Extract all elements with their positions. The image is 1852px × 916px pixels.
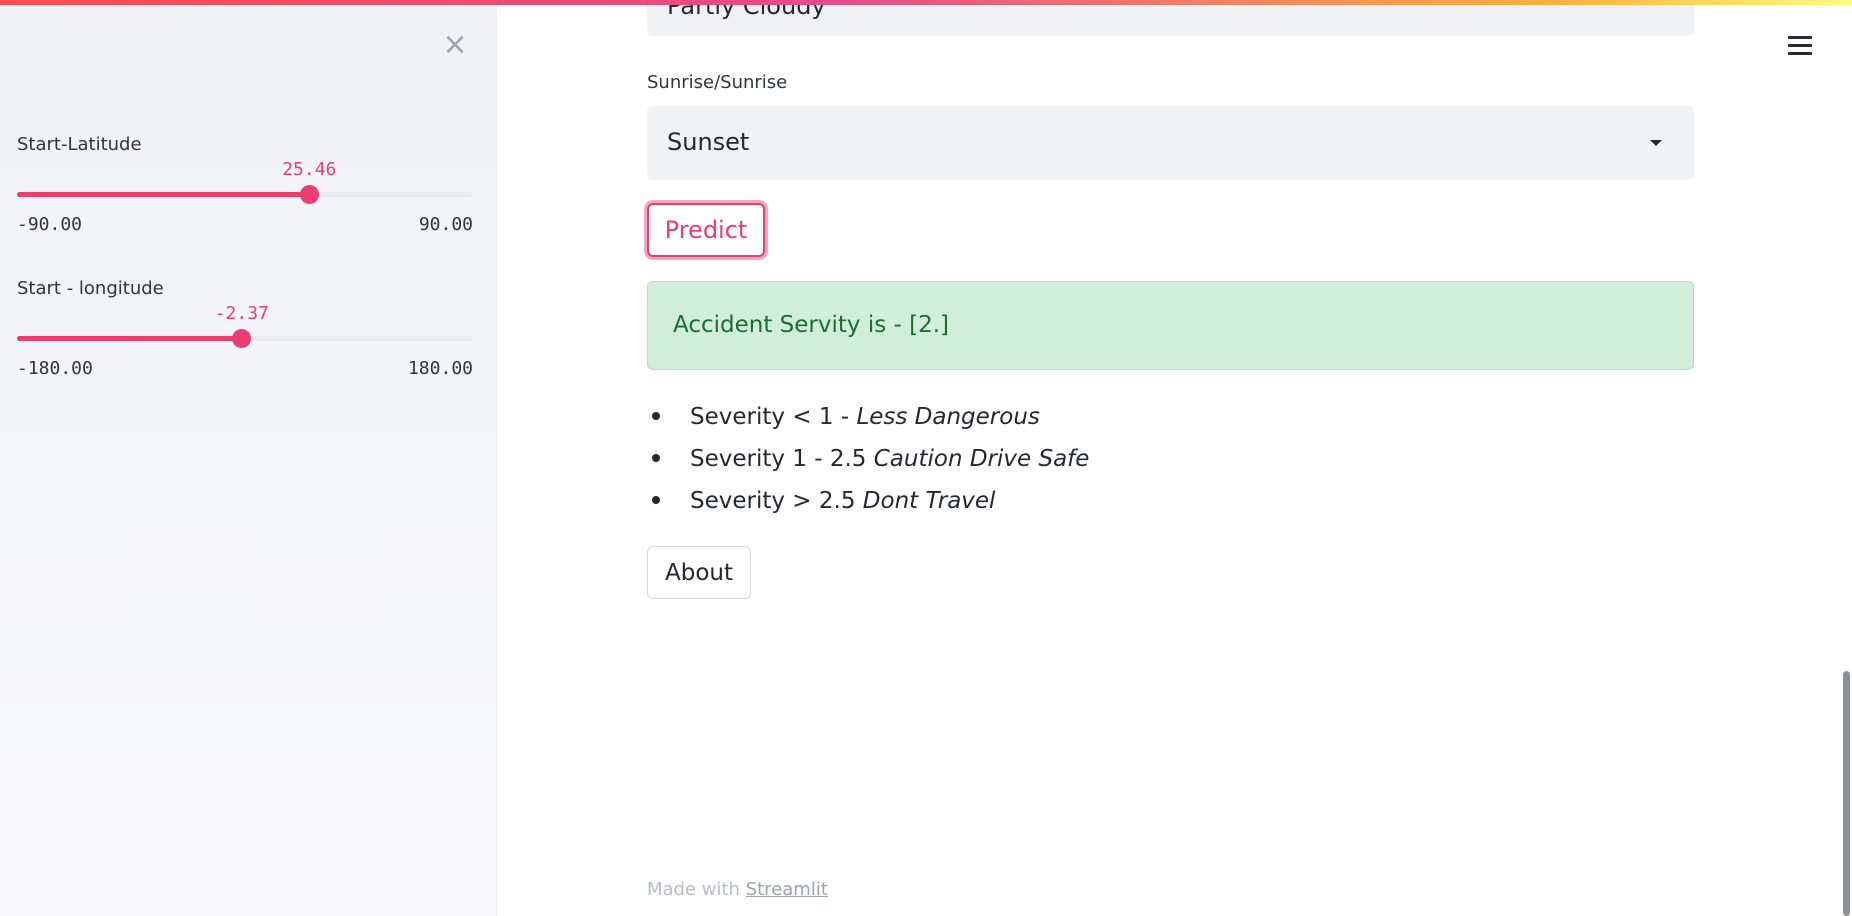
slider-thumb[interactable]	[232, 329, 252, 348]
severity-text: Severity > 2.5	[690, 488, 863, 514]
about-button[interactable]: About	[647, 546, 751, 599]
severity-list: Severity < 1 - Less Dangerous Severity 1…	[647, 398, 1694, 524]
list-item: Severity < 1 - Less Dangerous	[647, 398, 1694, 440]
severity-note: Dont Travel	[862, 488, 996, 514]
chevron-down-icon	[1650, 140, 1662, 146]
streamlit-link[interactable]: Streamlit	[746, 879, 828, 900]
vertical-scrollbar[interactable]	[1843, 671, 1850, 916]
result-alert: Accident Servity is - [2.]	[647, 281, 1694, 370]
sunrise-select-value: Sunset	[667, 128, 750, 156]
footer-prefix: Made with	[647, 879, 746, 900]
slider-fill	[17, 336, 242, 341]
slider-fill	[17, 192, 310, 197]
slider-thumb[interactable]	[299, 185, 319, 204]
severity-text: Severity < 1 -	[690, 404, 857, 430]
bullet-icon	[652, 412, 660, 420]
main-content: Partly Cloudy Sunrise/Sunrise Sunset Pre…	[647, 0, 1694, 916]
list-item: Severity > 2.5 Dont Travel	[647, 482, 1694, 524]
bullet-icon	[652, 496, 660, 504]
sunrise-label: Sunrise/Sunrise	[647, 72, 788, 93]
close-icon[interactable]: ×	[440, 30, 470, 60]
footer: Made with Streamlit	[647, 879, 828, 900]
sidebar: × Start-Latitude 25.46 -90.00 90.00 Star…	[0, 0, 497, 916]
severity-note: Caution Drive Safe	[873, 446, 1090, 472]
list-item: Severity 1 - 2.5 Caution Drive Safe	[647, 440, 1694, 482]
slider-track[interactable]	[17, 329, 473, 348]
slider-current-value: 25.46	[282, 159, 337, 180]
slider-min: -90.00	[17, 214, 83, 235]
slider-track[interactable]	[17, 185, 473, 204]
predict-button[interactable]: Predict	[647, 203, 765, 257]
slider-max: 180.00	[407, 358, 473, 379]
slider-max: 90.00	[418, 214, 473, 235]
severity-note: Less Dangerous	[856, 404, 1040, 430]
bullet-icon	[652, 454, 660, 462]
severity-text: Severity 1 - 2.5	[690, 446, 874, 472]
result-text: Accident Servity is - [2.]	[673, 312, 949, 338]
slider-label: Start-Latitude	[17, 134, 142, 155]
sunrise-select[interactable]: Sunset	[647, 106, 1694, 180]
slider-current-value: -2.37	[214, 303, 269, 324]
slider-label: Start - longitude	[17, 278, 164, 299]
app-header-decoration	[0, 0, 1852, 5]
slider-min: -180.00	[17, 358, 93, 379]
hamburger-menu-icon[interactable]	[1788, 36, 1812, 56]
weather-select[interactable]: Partly Cloudy	[647, 0, 1694, 36]
